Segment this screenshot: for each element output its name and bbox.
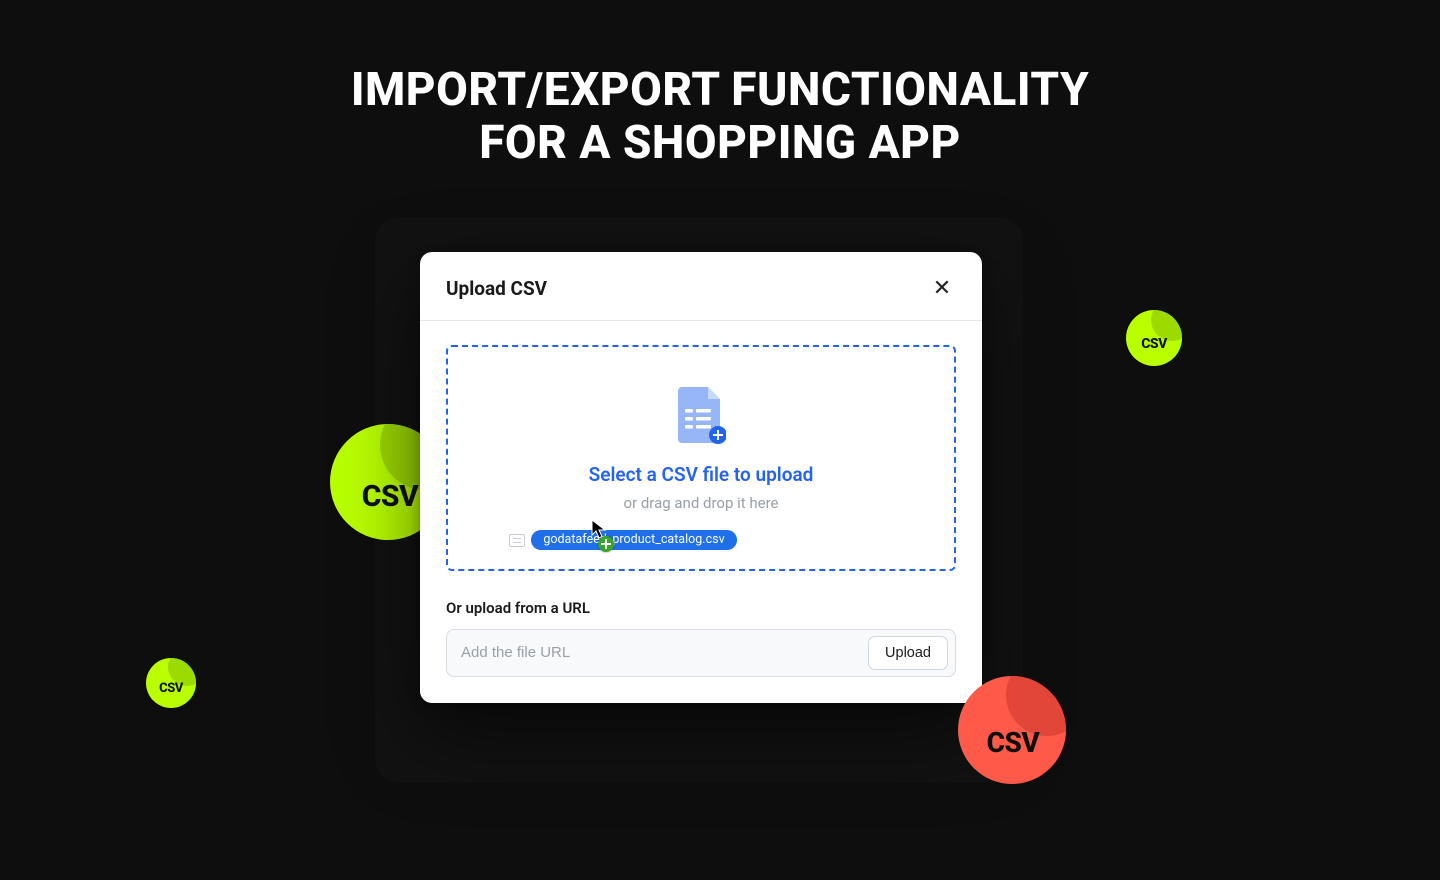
dropzone-primary-text: Select a CSV file to upload xyxy=(464,463,938,486)
url-upload-label: Or upload from a URL xyxy=(446,599,956,617)
close-button[interactable]: ✕ xyxy=(928,274,956,302)
modal-header: Upload CSV ✕ xyxy=(420,252,982,321)
hero-title-line-1: IMPORT/EXPORT FUNCTIONALITY xyxy=(0,64,1440,117)
upload-csv-modal: Upload CSV ✕ xyxy=(420,252,982,703)
upload-button[interactable]: Upload xyxy=(868,636,948,670)
dragging-file-chip: godatafeed_product_catalog.csv xyxy=(509,530,736,550)
url-input[interactable] xyxy=(461,644,860,661)
hero-title: IMPORT/EXPORT FUNCTIONALITY FOR A SHOPPI… xyxy=(0,64,1440,170)
hero-title-line-2: FOR A SHOPPING APP xyxy=(0,117,1440,170)
file-dropzone[interactable]: Select a CSV file to upload or drag and … xyxy=(446,345,956,571)
csv-sticker-icon: CSV xyxy=(146,658,196,708)
dragging-file-name: godatafeed_product_catalog.csv xyxy=(531,530,736,550)
dropzone-secondary-text: or drag and drop it here xyxy=(464,494,938,512)
modal-title: Upload CSV xyxy=(446,277,547,300)
file-add-icon xyxy=(676,387,726,445)
close-icon: ✕ xyxy=(933,277,951,299)
url-upload-section: Or upload from a URL Upload xyxy=(446,599,956,677)
csv-sticker-icon: CSV xyxy=(958,676,1066,784)
file-page-icon xyxy=(509,534,525,547)
modal-body: Select a CSV file to upload or drag and … xyxy=(420,321,982,703)
url-input-row: Upload xyxy=(446,629,956,677)
drag-plus-badge-icon xyxy=(598,536,614,552)
csv-sticker-icon: CSV xyxy=(1126,310,1182,366)
